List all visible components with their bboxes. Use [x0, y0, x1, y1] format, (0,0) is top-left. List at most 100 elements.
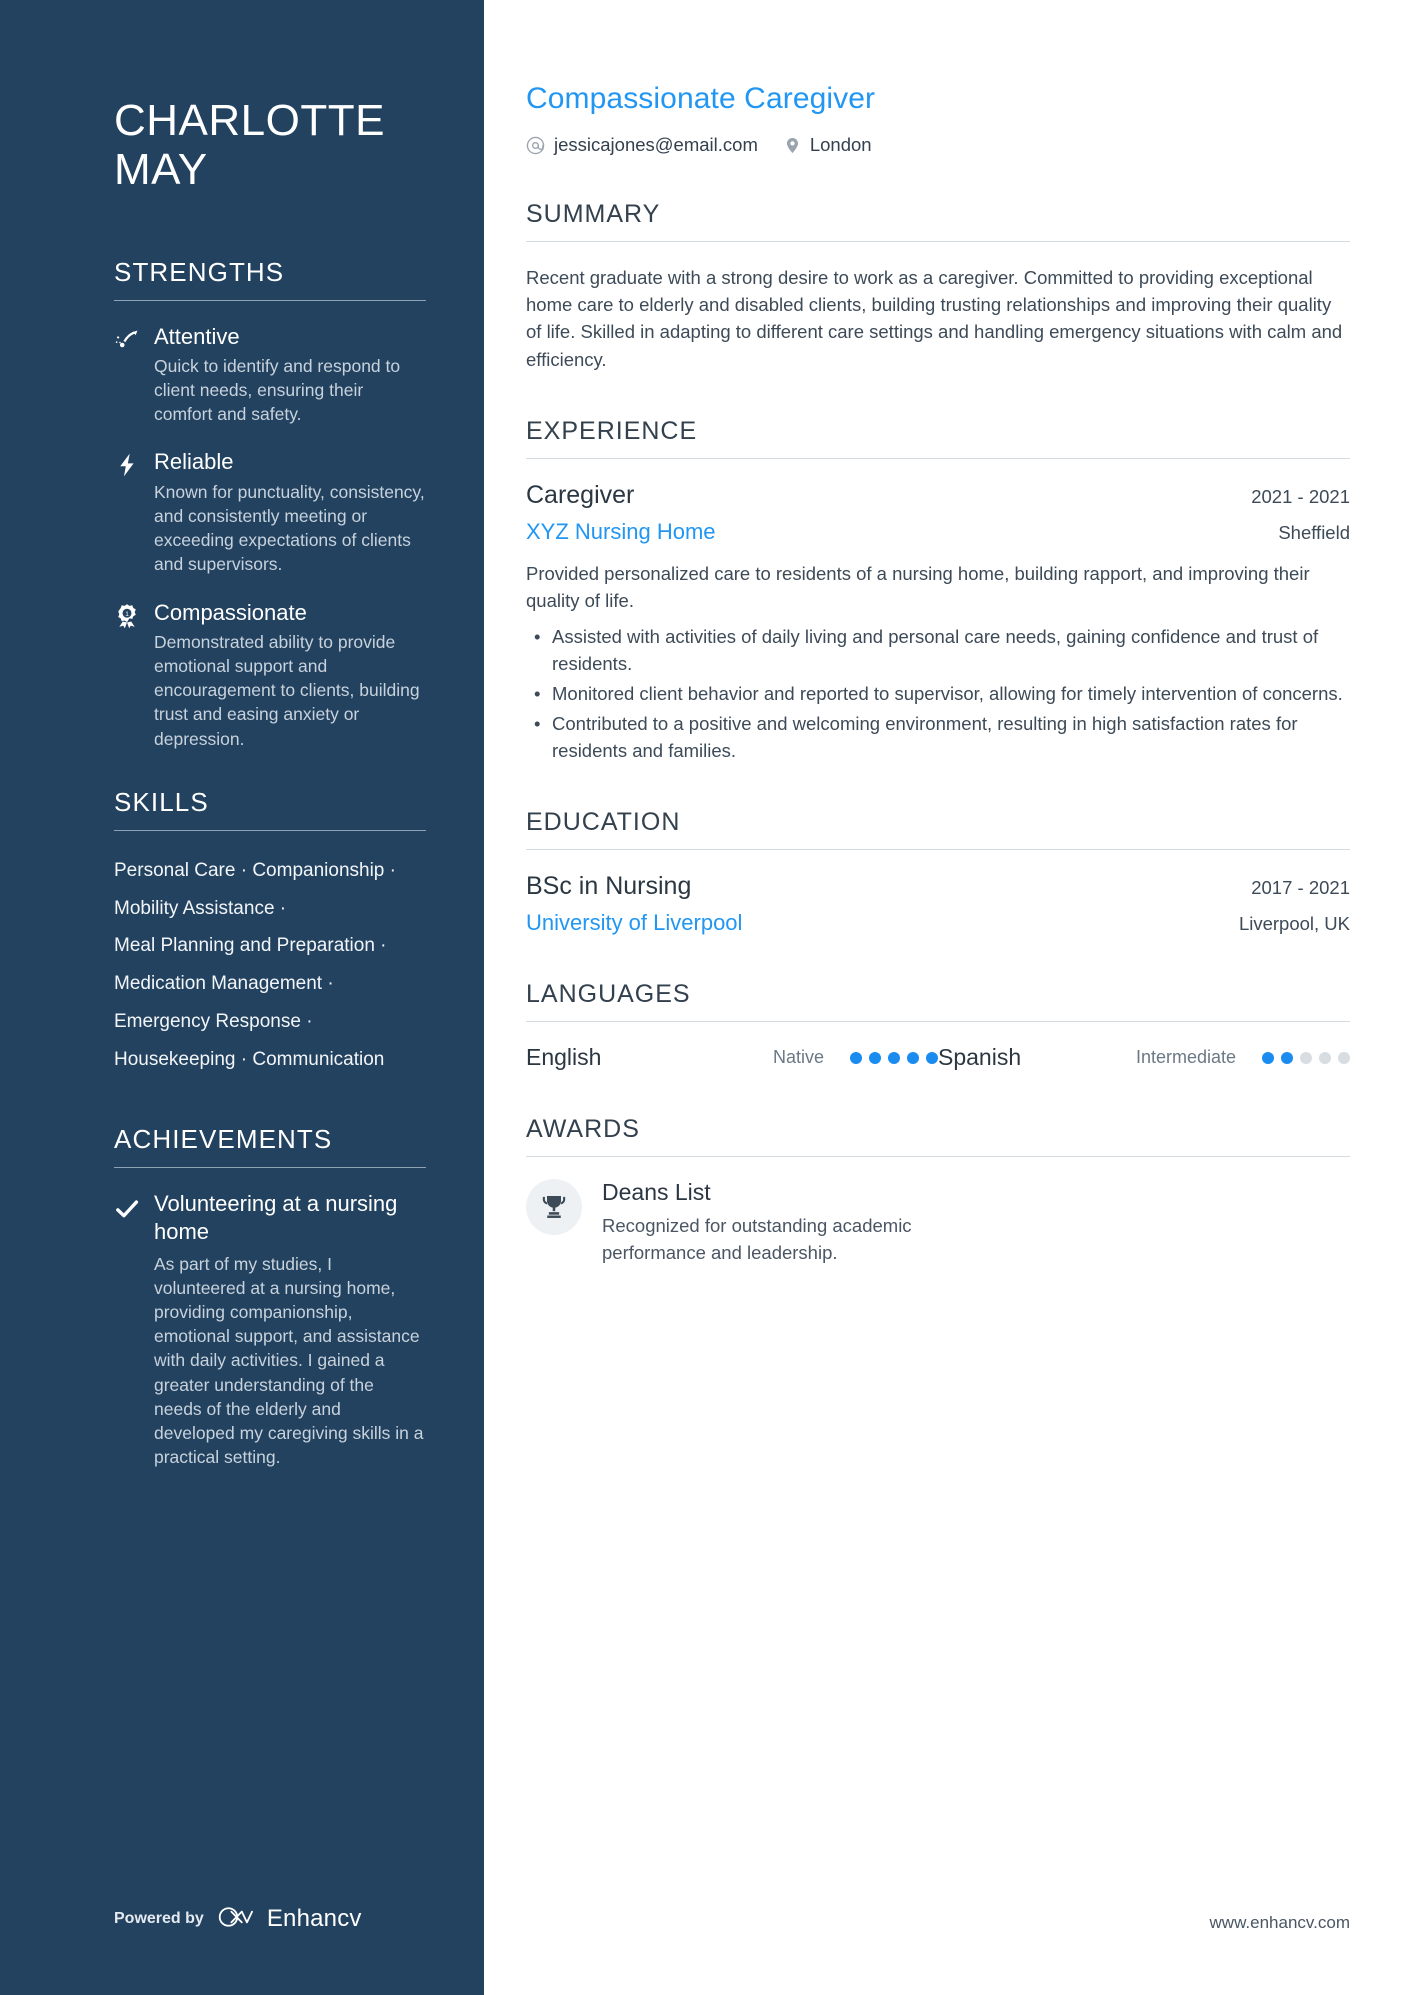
- awards-heading: AWARDS: [526, 1115, 640, 1144]
- divider: [114, 829, 426, 831]
- enhancv-brand: Enhancv: [218, 1905, 362, 1933]
- strength-title: Compassionate: [154, 599, 307, 625]
- first-name: CHARLOTTE: [114, 96, 385, 145]
- level-dot: [926, 1051, 938, 1064]
- skills-heading: SKILLS: [114, 786, 209, 817]
- strength-description: Known for punctuality, consistency, and …: [154, 481, 425, 575]
- experience-bullet: • Monitored client behavior and reported …: [526, 681, 1350, 708]
- experience-heading: EXPERIENCE: [526, 416, 698, 445]
- level-dot: [888, 1051, 900, 1064]
- level-dot: [1262, 1051, 1274, 1064]
- experience-location: Sheffield: [1278, 521, 1350, 543]
- checkmark-icon: [114, 1190, 144, 1470]
- strength-title: Attentive: [154, 323, 240, 349]
- education-date: 2017 - 2021: [1251, 877, 1350, 899]
- last-name: MAY: [114, 145, 208, 195]
- level-dot: [1338, 1051, 1350, 1064]
- languages-list: English Native Spanish Intermediate: [526, 1044, 1350, 1071]
- education-entry: BSc in Nursing 2017 - 2021 University of…: [526, 872, 1350, 936]
- language-name: English: [526, 1044, 602, 1071]
- experience-job-title: Caregiver: [526, 480, 635, 509]
- website-url[interactable]: www.enhancv.com: [1210, 1913, 1350, 1933]
- award-title: Deans List: [602, 1179, 711, 1206]
- experience-date: 2021 - 2021: [1251, 485, 1350, 507]
- education-institution[interactable]: University of Liverpool: [526, 910, 742, 936]
- powered-by-footer: Powered by Enhancv: [114, 1905, 362, 1933]
- achievement-description: As part of my studies, I volunteered at …: [154, 1253, 424, 1467]
- experience-bullets: • Assisted with activities of daily livin…: [526, 624, 1350, 764]
- experience-entry: Caregiver 2021 - 2021 XYZ Nursing Home S…: [526, 481, 1350, 765]
- svg-text:1: 1: [125, 611, 129, 618]
- main-column: Compassionate Caregiver jessicajones@ema…: [484, 0, 1410, 1995]
- skill-row: Emergency Response ·: [114, 1010, 313, 1032]
- email-value: jessicajones@email.com: [554, 134, 758, 155]
- skills-section: SKILLS Personal Care · Companionship · Mo…: [114, 787, 426, 1080]
- bullet-text: Monitored client behavior and reported t…: [552, 683, 1343, 704]
- job-title: Compassionate Caregiver: [526, 82, 876, 115]
- sidebar: CHARLOTTE MAY STRENGTHS Attentive Quick …: [0, 0, 484, 1995]
- summary-section: SUMMARY Recent graduate with a strong de…: [526, 200, 1350, 373]
- email-at-icon: [526, 136, 545, 155]
- strength-item: 1 Compassionate Demonstrated ability to …: [114, 599, 426, 751]
- divider: [526, 1156, 1350, 1158]
- skill-row: Meal Planning and Preparation ·: [114, 935, 387, 957]
- location-pin-icon: [784, 136, 801, 155]
- enhancv-infinity-logo-icon: [218, 1906, 258, 1933]
- contact-row: jessicajones@email.com London: [526, 134, 1350, 156]
- education-heading: EDUCATION: [526, 808, 681, 837]
- strength-item: Reliable Known for punctuality, consiste…: [114, 448, 426, 576]
- language-item: English Native: [526, 1044, 938, 1071]
- divider: [114, 1166, 426, 1168]
- achievement-item: Volunteering at a nursing home As part o…: [114, 1190, 426, 1470]
- divider: [526, 849, 1350, 851]
- skill-row: Medication Management ·: [114, 973, 334, 995]
- contact-location: London: [784, 134, 872, 156]
- level-dot: [907, 1051, 919, 1064]
- language-item: Spanish Intermediate: [938, 1044, 1350, 1071]
- divider: [526, 1021, 1350, 1023]
- language-level-dots: [850, 1051, 938, 1064]
- achievements-section: ACHIEVEMENTS Volunteering at a nursing h…: [114, 1124, 426, 1470]
- language-level: Intermediate: [1135, 1047, 1236, 1068]
- achievement-title: Volunteering at a nursing home: [154, 1190, 398, 1244]
- summary-heading: SUMMARY: [526, 200, 661, 228]
- bullet-text: Assisted with activities of daily living…: [552, 626, 1319, 675]
- language-name: Spanish: [938, 1044, 1022, 1071]
- skill-row: Personal Care · Companionship ·: [114, 859, 396, 881]
- brand-name: Enhancv: [266, 1905, 362, 1932]
- education-section: EDUCATION BSc in Nursing 2017 - 2021 Uni…: [526, 808, 1350, 936]
- level-dot: [1300, 1051, 1312, 1064]
- languages-heading: LANGUAGES: [526, 980, 691, 1009]
- languages-section: LANGUAGES English Native Spanish Intermedia…: [526, 980, 1350, 1071]
- skills-list: Personal Care · Companionship · Mobility …: [114, 853, 426, 1080]
- level-dot: [1281, 1051, 1293, 1064]
- divider: [526, 457, 1350, 459]
- bullet-marker-icon: •: [534, 626, 541, 648]
- resume-page: CHARLOTTE MAY STRENGTHS Attentive Quick …: [0, 0, 1410, 1995]
- location-value: London: [809, 134, 872, 155]
- experience-description: Provided personalized care to residents …: [526, 562, 1310, 611]
- experience-section: EXPERIENCE Caregiver 2021 - 2021 XYZ Nur…: [526, 417, 1350, 765]
- strength-description: Demonstrated ability to provide emotiona…: [154, 632, 420, 749]
- strength-title: Reliable: [154, 449, 234, 475]
- trophy-icon: [526, 1179, 582, 1236]
- language-level-dots: [1262, 1051, 1350, 1064]
- skill-row: Mobility Assistance ·: [114, 897, 287, 919]
- experience-bullet: • Assisted with activities of daily livin…: [526, 624, 1350, 678]
- award-item: Deans List Recognized for outstanding ac…: [526, 1179, 1350, 1266]
- strengths-heading: STRENGTHS: [114, 256, 285, 287]
- strength-description: Quick to identify and respond to client …: [154, 356, 401, 425]
- powered-by-label: Powered by: [114, 1910, 204, 1927]
- page-title: CHARLOTTE MAY: [114, 96, 426, 195]
- level-dot: [1319, 1051, 1331, 1064]
- language-level: Native: [772, 1047, 824, 1068]
- strengths-section: STRENGTHS Attentive Quick to identify an…: [114, 257, 426, 751]
- level-dot: [850, 1051, 862, 1064]
- education-location: Liverpool, UK: [1238, 913, 1350, 935]
- strength-item: Attentive Quick to identify and respond …: [114, 323, 426, 427]
- summary-text: Recent graduate with a strong desire to …: [526, 267, 1343, 370]
- education-degree: BSc in Nursing: [526, 872, 692, 901]
- experience-organization[interactable]: XYZ Nursing Home: [526, 519, 716, 545]
- bullet-marker-icon: •: [534, 683, 541, 704]
- contact-email[interactable]: jessicajones@email.com: [526, 134, 758, 156]
